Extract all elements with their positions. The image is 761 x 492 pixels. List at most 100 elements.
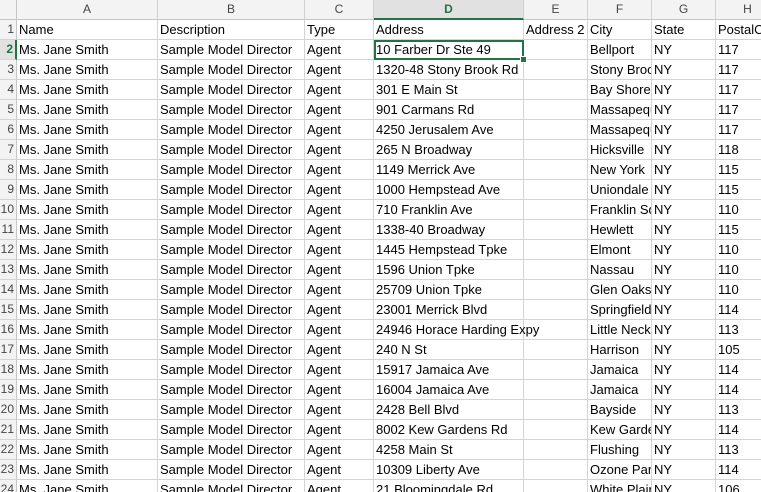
cell-postal[interactable]: 117: [716, 60, 761, 80]
cell-state[interactable]: NY: [652, 420, 716, 440]
row-header[interactable]: 12: [0, 240, 17, 260]
cell-city[interactable]: Bayside: [588, 400, 652, 420]
cell-city[interactable]: Uniondale: [588, 180, 652, 200]
cell-type[interactable]: Agent: [305, 480, 374, 492]
cell-address2[interactable]: [524, 120, 588, 140]
cell-type[interactable]: Agent: [305, 200, 374, 220]
cell-type[interactable]: Agent: [305, 140, 374, 160]
header-cell-postal[interactable]: PostalCode: [716, 20, 761, 40]
column-header-d[interactable]: D: [374, 0, 524, 20]
cell-state[interactable]: NY: [652, 140, 716, 160]
cell-description[interactable]: Sample Model Director: [158, 40, 305, 60]
cell-name[interactable]: Ms. Jane Smith: [17, 420, 158, 440]
cell-city[interactable]: Harrison: [588, 340, 652, 360]
cell-name[interactable]: Ms. Jane Smith: [17, 460, 158, 480]
cell-address2[interactable]: [524, 360, 588, 380]
column-header-g[interactable]: G: [652, 0, 716, 20]
cell-name[interactable]: Ms. Jane Smith: [17, 280, 158, 300]
row-header[interactable]: 2: [0, 40, 17, 60]
cell-address[interactable]: 15917 Jamaica Ave: [374, 360, 524, 380]
cell-name[interactable]: Ms. Jane Smith: [17, 160, 158, 180]
header-cell-description[interactable]: Description: [158, 20, 305, 40]
row-header[interactable]: 9: [0, 180, 17, 200]
cell-description[interactable]: Sample Model Director: [158, 120, 305, 140]
cell-description[interactable]: Sample Model Director: [158, 220, 305, 240]
cell-postal[interactable]: 106: [716, 480, 761, 492]
cell-type[interactable]: Agent: [305, 340, 374, 360]
cell-address[interactable]: 1320-48 Stony Brook Rd: [374, 60, 524, 80]
cell-address[interactable]: 1596 Union Tpke: [374, 260, 524, 280]
cell-description[interactable]: Sample Model Director: [158, 260, 305, 280]
row-header[interactable]: 10: [0, 200, 17, 220]
cell-name[interactable]: Ms. Jane Smith: [17, 120, 158, 140]
cell-city[interactable]: Glen Oaks: [588, 280, 652, 300]
cell-city[interactable]: Kew Gardens: [588, 420, 652, 440]
cell-address2[interactable]: [524, 260, 588, 280]
cell-postal[interactable]: 115: [716, 180, 761, 200]
cell-description[interactable]: Sample Model Director: [158, 380, 305, 400]
cell-postal[interactable]: 117: [716, 80, 761, 100]
cell-description[interactable]: Sample Model Director: [158, 300, 305, 320]
cell-city[interactable]: Bay Shore: [588, 80, 652, 100]
column-header-f[interactable]: F: [588, 0, 652, 20]
cell-address[interactable]: 301 E Main St: [374, 80, 524, 100]
cell-type[interactable]: Agent: [305, 240, 374, 260]
cell-state[interactable]: NY: [652, 260, 716, 280]
row-header[interactable]: 18: [0, 360, 17, 380]
cell-address[interactable]: 25709 Union Tpke: [374, 280, 524, 300]
cell-city[interactable]: Hicksville: [588, 140, 652, 160]
cell-city[interactable]: Ozone Park: [588, 460, 652, 480]
cell-address[interactable]: 1149 Merrick Ave: [374, 160, 524, 180]
cell-address[interactable]: 710 Franklin Ave: [374, 200, 524, 220]
header-cell-address2[interactable]: Address 2: [524, 20, 588, 40]
cell-state[interactable]: NY: [652, 360, 716, 380]
cell-city[interactable]: Bellport: [588, 40, 652, 60]
cell-description[interactable]: Sample Model Director: [158, 160, 305, 180]
cell-address[interactable]: 10309 Liberty Ave: [374, 460, 524, 480]
row-header[interactable]: 13: [0, 260, 17, 280]
cell-state[interactable]: NY: [652, 200, 716, 220]
cell-description[interactable]: Sample Model Director: [158, 420, 305, 440]
cell-state[interactable]: NY: [652, 300, 716, 320]
cell-address2[interactable]: [524, 100, 588, 120]
cell-description[interactable]: Sample Model Director: [158, 240, 305, 260]
cell-address2[interactable]: [524, 380, 588, 400]
cell-state[interactable]: NY: [652, 380, 716, 400]
cell-address2[interactable]: [524, 160, 588, 180]
cell-description[interactable]: Sample Model Director: [158, 340, 305, 360]
cell-address2[interactable]: [524, 400, 588, 420]
cell-state[interactable]: NY: [652, 280, 716, 300]
row-header[interactable]: 17: [0, 340, 17, 360]
cell-name[interactable]: Ms. Jane Smith: [17, 340, 158, 360]
cell-city[interactable]: Massapequa: [588, 120, 652, 140]
row-header[interactable]: 4: [0, 80, 17, 100]
cell-address2[interactable]: [524, 240, 588, 260]
cell-postal[interactable]: 110: [716, 200, 761, 220]
cell-address[interactable]: 4250 Jerusalem Ave: [374, 120, 524, 140]
cell-postal[interactable]: 115: [716, 160, 761, 180]
cell-state[interactable]: NY: [652, 460, 716, 480]
cell-description[interactable]: Sample Model Director: [158, 180, 305, 200]
row-header[interactable]: 21: [0, 420, 17, 440]
cell-city[interactable]: White Plains: [588, 480, 652, 492]
cell-address[interactable]: 901 Carmans Rd: [374, 100, 524, 120]
cell-name[interactable]: Ms. Jane Smith: [17, 100, 158, 120]
cell-type[interactable]: Agent: [305, 80, 374, 100]
column-header-b[interactable]: B: [158, 0, 305, 20]
cell-name[interactable]: Ms. Jane Smith: [17, 480, 158, 492]
cell-city[interactable]: Massapequa: [588, 100, 652, 120]
row-header[interactable]: 6: [0, 120, 17, 140]
cell-city[interactable]: Hewlett: [588, 220, 652, 240]
row-header[interactable]: 16: [0, 320, 17, 340]
row-header[interactable]: 24: [0, 480, 17, 492]
row-header[interactable]: 8: [0, 160, 17, 180]
cell-description[interactable]: Sample Model Director: [158, 100, 305, 120]
cell-address2[interactable]: [524, 140, 588, 160]
cell-address2[interactable]: [524, 180, 588, 200]
cell-postal[interactable]: 113: [716, 320, 761, 340]
cell-address2[interactable]: [524, 300, 588, 320]
header-cell-type[interactable]: Type: [305, 20, 374, 40]
cell-name[interactable]: Ms. Jane Smith: [17, 380, 158, 400]
cell-address[interactable]: 1000 Hempstead Ave: [374, 180, 524, 200]
cell-postal[interactable]: 117: [716, 120, 761, 140]
